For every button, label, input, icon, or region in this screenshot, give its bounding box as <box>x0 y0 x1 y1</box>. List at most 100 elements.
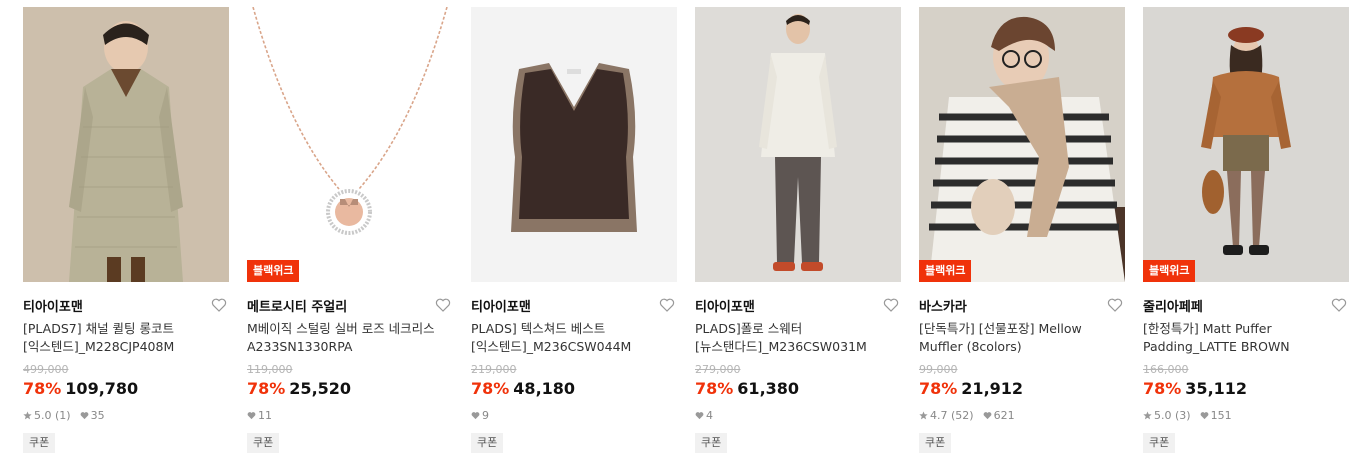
black-week-badge: 블랙위크 <box>247 260 300 282</box>
product-meta: 4 <box>695 408 901 423</box>
heart-filled-icon <box>1200 412 1208 420</box>
price-row: 78% 21,912 <box>919 378 1125 400</box>
product-name-line2: [뉴스탠다드]_M236CSW031M <box>695 339 867 354</box>
product-card[interactable]: 블랙위크 메트로시티 주얼리 M베이직 스털링 실버 로즈 네크리스 A233S… <box>247 7 453 453</box>
product-card[interactable]: 티아이포맨 [PLADS7] 채널 퀼팅 롱코트 [익스텐드]_M228CJP4… <box>23 7 229 453</box>
product-name-line1: [PLADS7] 채널 퀼팅 롱코트 <box>23 321 175 336</box>
discount-rate: 78% <box>23 379 62 398</box>
product-image-necklace[interactable]: 블랙위크 <box>247 7 453 282</box>
rating-value: 5.0 <box>1154 409 1172 422</box>
product-name-line1: PLADS] 텍스쳐드 베스트 <box>471 321 606 336</box>
product-name-line1: [단독특가] [선물포장] Mellow <box>919 321 1082 336</box>
heart-outline-icon[interactable] <box>659 297 675 313</box>
product-name[interactable]: [한정특가] Matt Puffer Padding_LATTE BROWN <box>1143 320 1349 356</box>
discount-rate: 78% <box>471 379 510 398</box>
sale-price: 61,380 <box>737 379 800 398</box>
product-name[interactable]: M베이직 스털링 실버 로즈 네크리스 A233SN1330RPA <box>247 320 453 356</box>
product-name-line2: Padding_LATTE BROWN <box>1143 339 1290 354</box>
original-price: 279,000 <box>695 363 741 376</box>
heart-filled-icon <box>80 412 88 420</box>
heart-outline-icon[interactable] <box>1107 297 1123 313</box>
like-count: 4 <box>706 409 713 422</box>
sale-price: 48,180 <box>513 379 576 398</box>
coupon-badge: 쿠폰 <box>23 433 56 453</box>
brand-row: 줄리아페페 <box>1143 296 1349 315</box>
star-icon <box>919 411 928 420</box>
heart-outline-icon[interactable] <box>211 297 227 313</box>
product-image-coat[interactable] <box>23 7 229 282</box>
original-price: 166,000 <box>1143 363 1189 376</box>
brand-name[interactable]: 바스카라 <box>919 300 967 315</box>
product-image-puffer[interactable]: 블랙위크 <box>1143 7 1349 282</box>
brand-name[interactable]: 티아이포맨 <box>695 300 755 315</box>
brand-name[interactable]: 줄리아페페 <box>1143 300 1203 315</box>
heart-outline-icon[interactable] <box>435 297 451 313</box>
product-meta: 11 <box>247 408 453 423</box>
product-name[interactable]: PLADS] 텍스쳐드 베스트 [익스텐드]_M236CSW044M <box>471 320 677 356</box>
black-week-badge: 블랙위크 <box>919 260 972 282</box>
product-name-line1: PLADS]폴로 스웨터 <box>695 321 803 336</box>
product-name-line2: Muffler (8colors) <box>919 339 1022 354</box>
discount-rate: 78% <box>247 379 286 398</box>
product-card[interactable]: 블랙위크 바스카라 [단독특가] [선물포장] Mellow Muffler (… <box>919 7 1125 453</box>
product-name-line2: A233SN1330RPA <box>247 339 353 354</box>
discount-rate: 78% <box>919 379 958 398</box>
heart-filled-icon <box>247 412 256 420</box>
brand-name[interactable]: 티아이포맨 <box>471 300 531 315</box>
heart-outline-icon[interactable] <box>1331 297 1347 313</box>
original-price: 99,000 <box>919 363 958 376</box>
product-name-line1: M베이직 스털링 실버 로즈 네크리스 <box>247 321 435 336</box>
brand-row: 티아이포맨 <box>695 296 901 315</box>
discount-rate: 78% <box>1143 379 1182 398</box>
original-price: 499,000 <box>23 363 69 376</box>
product-grid: 티아이포맨 [PLADS7] 채널 퀼팅 롱코트 [익스텐드]_M228CJP4… <box>0 0 1359 470</box>
star-icon <box>1143 411 1152 420</box>
product-image-muffler[interactable]: 블랙위크 <box>919 7 1125 282</box>
product-name[interactable]: [단독특가] [선물포장] Mellow Muffler (8colors) <box>919 320 1125 356</box>
brand-name[interactable]: 메트로시티 주얼리 <box>247 300 347 315</box>
coupon-badge: 쿠폰 <box>919 433 952 453</box>
product-card[interactable]: 티아이포맨 PLADS] 텍스쳐드 베스트 [익스텐드]_M236CSW044M… <box>471 7 677 453</box>
like-count: 621 <box>993 409 1015 422</box>
price-row: 78% 25,520 <box>247 378 453 400</box>
rating-value: 4.7 <box>930 409 948 422</box>
brand-name[interactable]: 티아이포맨 <box>23 300 83 315</box>
heart-outline-icon[interactable] <box>883 297 899 313</box>
price-row: 78% 109,780 <box>23 378 229 400</box>
coupon-badge: 쿠폰 <box>471 433 504 453</box>
original-price: 119,000 <box>247 363 293 376</box>
product-card[interactable]: 블랙위크 줄리아페페 [한정특가] Matt Puffer Padding_LA… <box>1143 7 1349 453</box>
product-image-vest[interactable] <box>471 7 677 282</box>
like-count: 11 <box>258 409 272 422</box>
black-week-badge: 블랙위크 <box>1143 260 1196 282</box>
price-row: 78% 35,112 <box>1143 378 1349 400</box>
product-card[interactable]: 티아이포맨 PLADS]폴로 스웨터 [뉴스탠다드]_M236CSW031M 2… <box>695 7 901 453</box>
like-count: 35 <box>90 409 105 422</box>
review-count: (1) <box>55 409 71 422</box>
product-name[interactable]: [PLADS7] 채널 퀼팅 롱코트 [익스텐드]_M228CJP408M <box>23 320 229 356</box>
product-name-line1: [한정특가] Matt Puffer <box>1143 321 1272 336</box>
heart-filled-icon <box>983 412 991 420</box>
brand-row: 티아이포맨 <box>471 296 677 315</box>
like-count: 9 <box>482 409 489 422</box>
review-count: (3) <box>1175 409 1191 422</box>
review-count: (52) <box>951 409 974 422</box>
heart-filled-icon <box>695 412 704 420</box>
sale-price: 21,912 <box>961 379 1024 398</box>
original-price: 219,000 <box>471 363 517 376</box>
product-name-line2: [익스텐드]_M236CSW044M <box>471 339 632 354</box>
product-meta: 4.7 (52) 621 <box>919 408 1125 423</box>
price-row: 78% 48,180 <box>471 378 677 400</box>
product-meta: 5.0 (1) 35 <box>23 408 229 423</box>
coupon-badge: 쿠폰 <box>695 433 728 453</box>
product-meta: 5.0 (3) 151 <box>1143 408 1349 423</box>
product-name[interactable]: PLADS]폴로 스웨터 [뉴스탠다드]_M236CSW031M <box>695 320 901 356</box>
brand-row: 티아이포맨 <box>23 296 229 315</box>
sale-price: 25,520 <box>289 379 352 398</box>
like-count: 151 <box>1210 409 1232 422</box>
rating-value: 5.0 <box>34 409 52 422</box>
sale-price: 109,780 <box>65 379 139 398</box>
discount-rate: 78% <box>695 379 734 398</box>
coupon-badge: 쿠폰 <box>247 433 280 453</box>
product-image-sweater[interactable] <box>695 7 901 282</box>
